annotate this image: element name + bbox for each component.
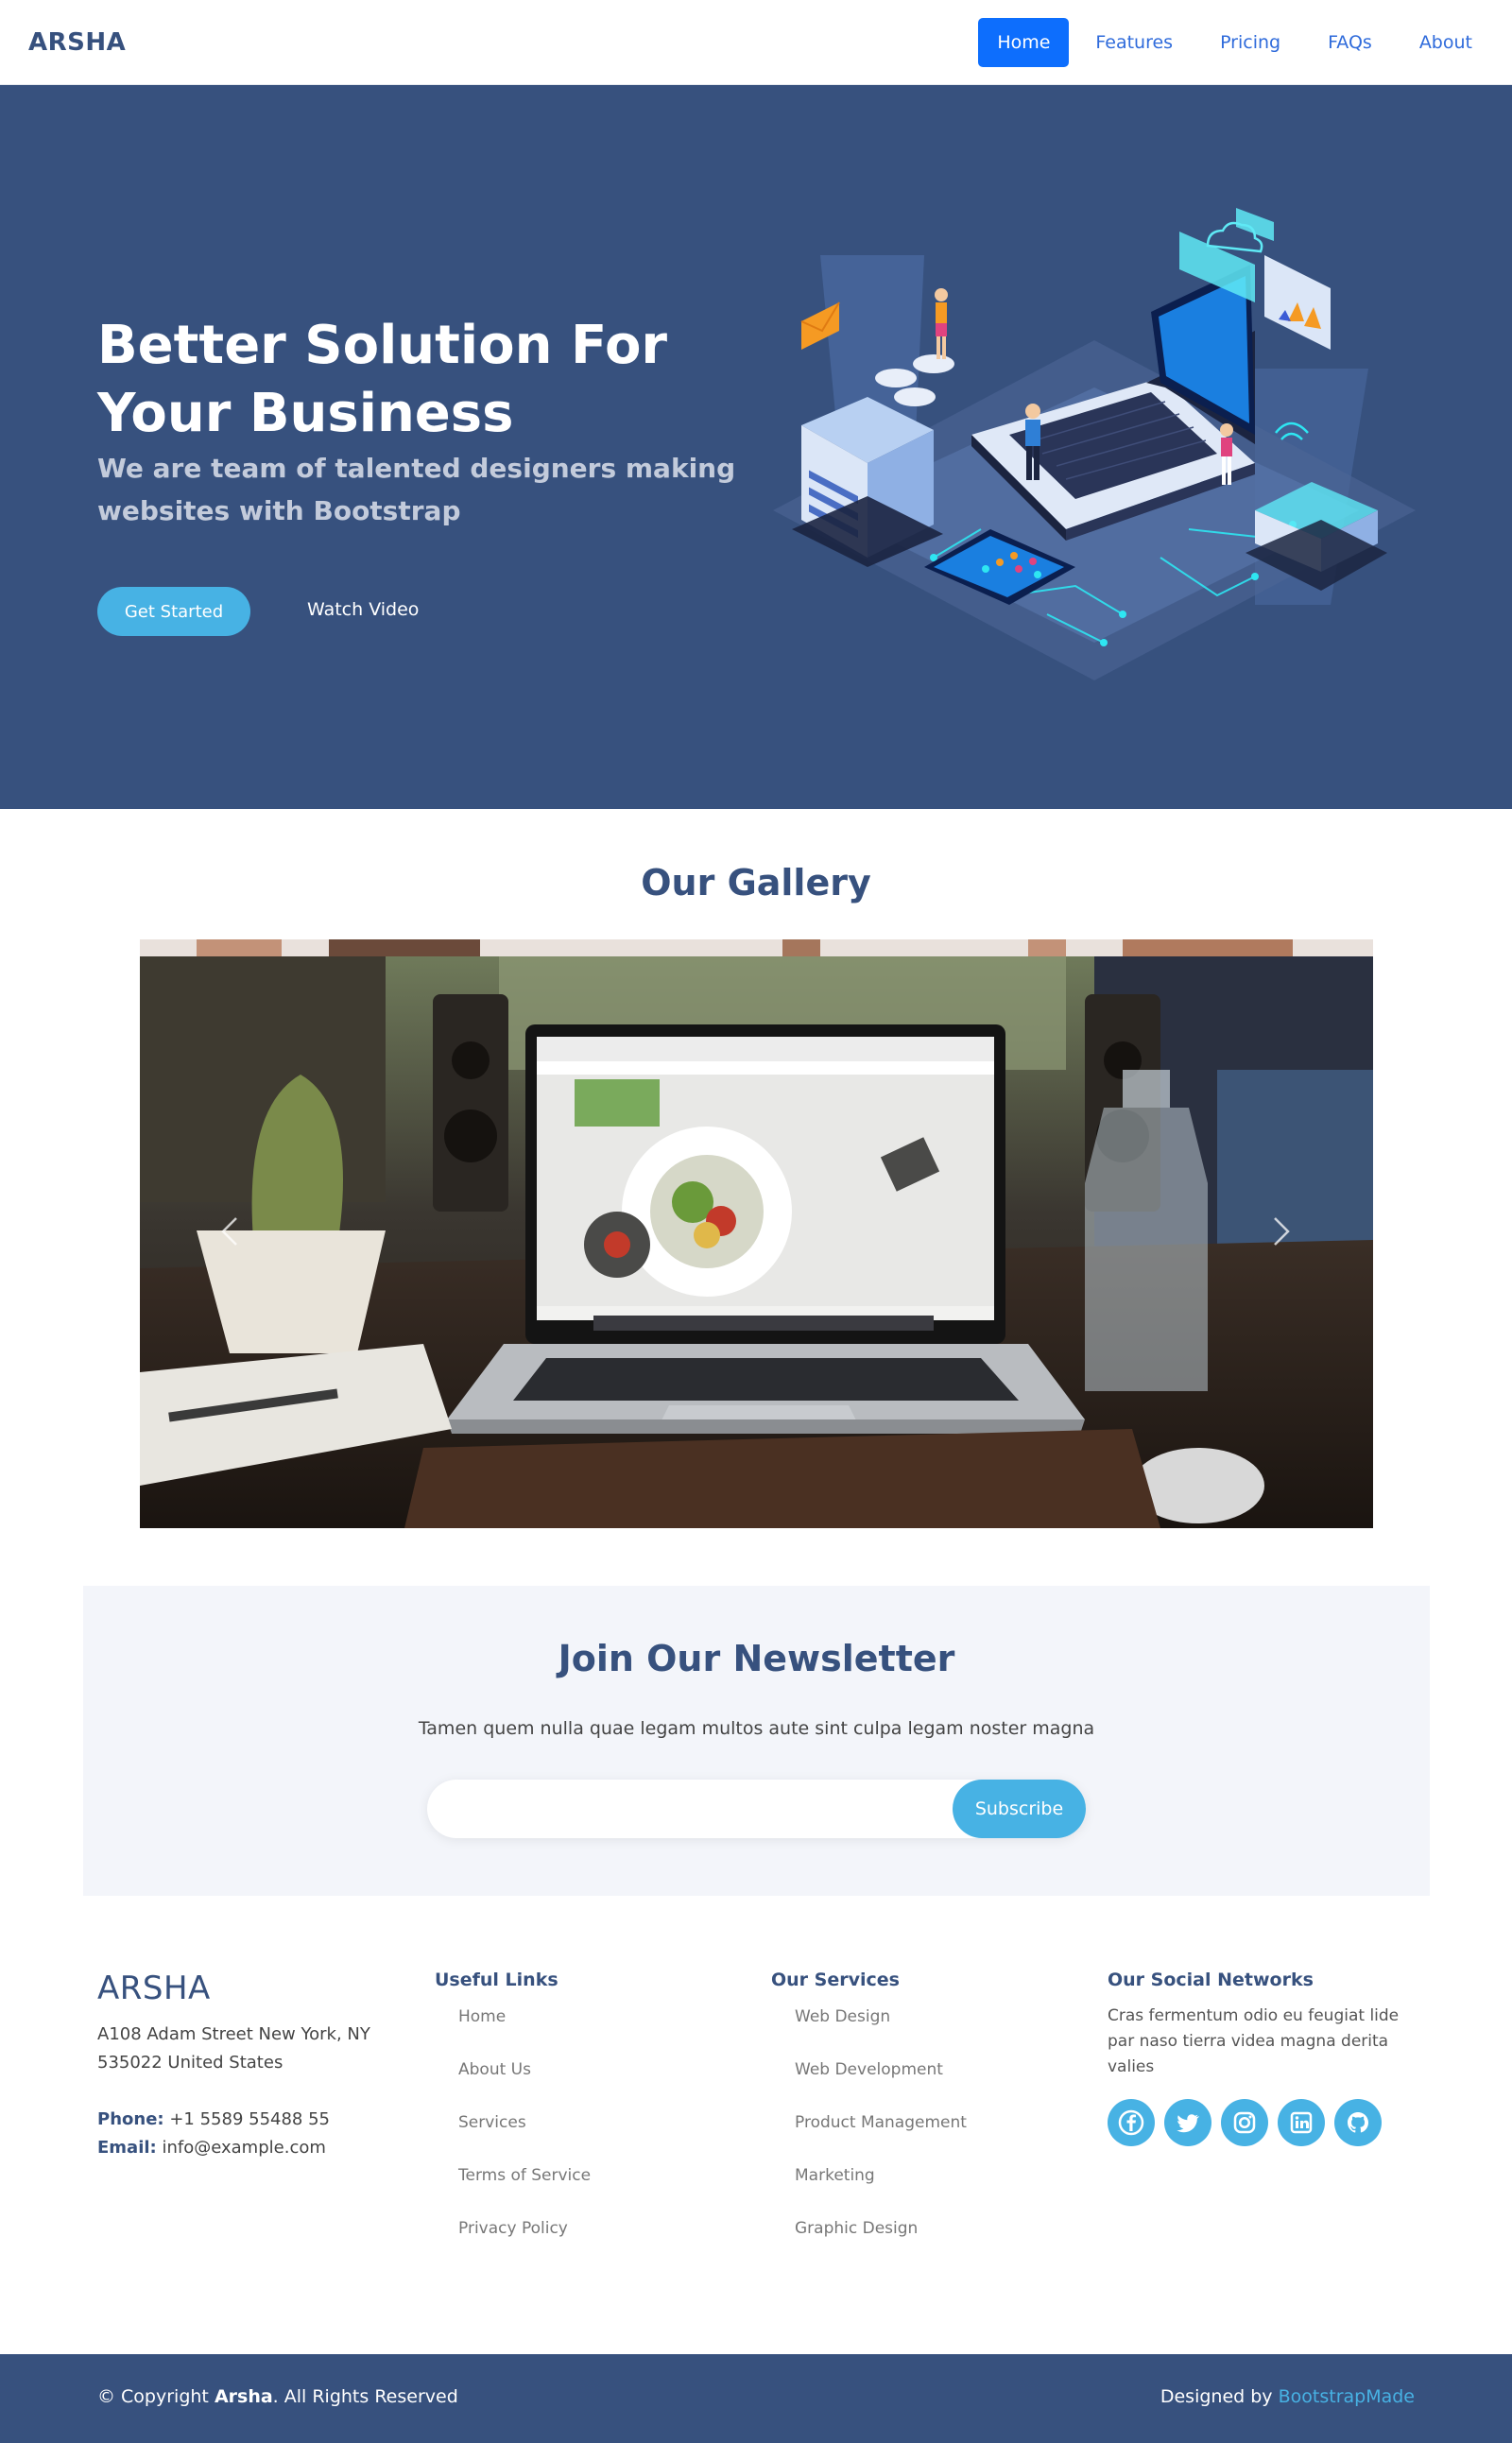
gallery-image [140, 956, 1373, 1528]
copyright: © Copyright Arsha. All Rights Reserved [97, 2386, 458, 2407]
twitter-icon[interactable] [1164, 2099, 1211, 2146]
footer-service-web-design[interactable]: Web Design [795, 2004, 1083, 2056]
footer-address: A108 Adam Street New York, NY 535022 Uni… [97, 2021, 400, 2077]
footer-link-services[interactable]: Services [458, 2109, 747, 2162]
subscribe-button[interactable]: Subscribe [953, 1780, 1086, 1838]
copyright-suffix: . All Rights Reserved [272, 2386, 458, 2407]
hero-illustration [773, 208, 1416, 680]
nav-item-features[interactable]: Features [1074, 18, 1194, 67]
github-icon[interactable] [1334, 2099, 1382, 2146]
gallery-title: Our Gallery [641, 862, 871, 903]
social-links [1108, 2099, 1419, 2146]
email-label: Email: [97, 2138, 157, 2158]
newsletter-title: Join Our Newsletter [558, 1638, 955, 1679]
copyright-brand: Arsha [214, 2386, 273, 2407]
nav-item-home[interactable]: Home [978, 18, 1070, 67]
main-nav: Home Features Pricing FAQs About [972, 18, 1493, 67]
footer-bottom-bar: © Copyright Arsha. All Rights Reserved D… [0, 2354, 1512, 2443]
social-title: Our Social Networks [1108, 1970, 1314, 1990]
footer-contact: Phone: +1 5589 55488 55 Email: info@exam… [97, 2106, 438, 2162]
hero-title: Better Solution For Your Business [97, 315, 668, 444]
person-top [935, 288, 948, 359]
nav-item-about[interactable]: About [1399, 18, 1493, 67]
footer-useful-links: Useful Links Home About Us Services Term… [435, 1970, 747, 2268]
hero-section: Better Solution For Your Business We are… [0, 85, 1512, 809]
newsletter-text: Tamen quem nulla quae legam multos aute … [418, 1718, 1095, 1739]
footer-link-privacy[interactable]: Privacy Policy [458, 2215, 747, 2268]
social-text: Cras fermentum odio eu feugiat lide par … [1108, 2006, 1400, 2076]
phone-value: +1 5589 55488 55 [169, 2109, 331, 2129]
brand-logo[interactable]: ARSHA [28, 28, 126, 57]
chevron-left-icon[interactable] [215, 1214, 249, 1248]
footer-service-web-development[interactable]: Web Development [795, 2056, 1083, 2109]
newsletter-section: Join Our Newsletter Tamen quem nulla qua… [83, 1586, 1430, 1896]
footer-link-about[interactable]: About Us [458, 2056, 747, 2109]
phone-label: Phone: [97, 2109, 164, 2129]
nav-item-pricing[interactable]: Pricing [1199, 18, 1301, 67]
hero-subtitle: We are team of talented designers making… [97, 453, 736, 526]
footer-service-marketing[interactable]: Marketing [795, 2162, 1083, 2215]
services-title: Our Services [771, 1970, 900, 1990]
email-value: info@example.com [162, 2138, 326, 2158]
gallery-carousel[interactable] [140, 956, 1373, 1528]
footer-address-line2: 535022 United States [97, 2053, 284, 2073]
newsletter-email-input[interactable] [446, 1791, 937, 1827]
copyright-prefix: © Copyright [97, 2386, 209, 2407]
watch-video-link[interactable]: Watch Video [307, 599, 419, 620]
footer-social: Our Social Networks Cras fermentum odio … [1108, 1970, 1419, 2146]
footer-service-product-management[interactable]: Product Management [795, 2109, 1083, 2162]
get-started-button[interactable]: Get Started [97, 587, 250, 636]
chevron-right-icon[interactable] [1262, 1214, 1296, 1248]
bootstrapmade-link[interactable]: BootstrapMade [1279, 2386, 1415, 2407]
footer-brand: ARSHA [97, 1970, 211, 2007]
footer-service-graphic-design[interactable]: Graphic Design [795, 2215, 1083, 2268]
facebook-icon[interactable] [1108, 2099, 1155, 2146]
instagram-icon[interactable] [1221, 2099, 1268, 2146]
nav-item-faqs[interactable]: FAQs [1307, 18, 1393, 67]
footer-address-line1: A108 Adam Street New York, NY [97, 2024, 370, 2044]
footer-link-home[interactable]: Home [458, 2004, 747, 2056]
gallery-next-slide-peek [140, 939, 1373, 956]
useful-links-title: Useful Links [435, 1970, 558, 1990]
footer-services: Our Services Web Design Web Development … [771, 1970, 1083, 2268]
linkedin-icon[interactable] [1278, 2099, 1325, 2146]
newsletter-form: Subscribe [427, 1780, 1086, 1838]
credits-prefix: Designed by [1160, 2386, 1273, 2407]
footer-link-terms[interactable]: Terms of Service [458, 2162, 747, 2215]
navbar: ARSHA Home Features Pricing FAQs About [0, 0, 1512, 85]
credits: Designed by BootstrapMade [1160, 2386, 1415, 2407]
